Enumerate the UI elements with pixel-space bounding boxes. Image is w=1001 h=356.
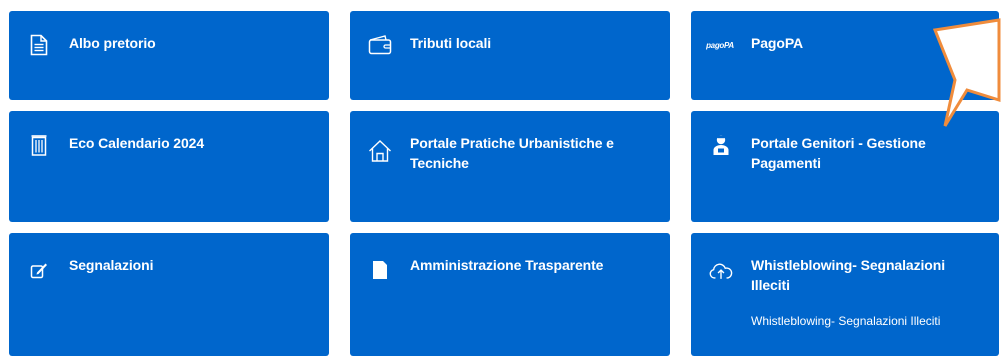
tile-portale-pratiche[interactable]: Portale Pratiche Urbanistiche e Tecniche xyxy=(350,111,670,222)
trash-bin-icon xyxy=(27,133,51,157)
home-icon xyxy=(368,139,392,163)
tile-tributi-locali[interactable]: Tributi locali xyxy=(350,11,670,100)
services-grid: Albo pretorio Tributi locali pagoPA Pago… xyxy=(9,11,999,356)
tile-amministrazione-trasparente[interactable]: Amministrazione Trasparente xyxy=(350,233,670,356)
tile-portale-genitori[interactable]: Portale Genitori - Gestione Pagamenti xyxy=(691,111,999,222)
cloud-icon xyxy=(709,259,733,283)
tile-title[interactable]: Segnalazioni xyxy=(69,255,309,275)
tile-pagopa[interactable]: pagoPA PagoPA xyxy=(691,11,999,100)
tile-whistleblowing[interactable]: Whistleblowing- Segnalazioni Illeciti Wh… xyxy=(691,233,999,356)
tile-segnalazioni[interactable]: Segnalazioni xyxy=(9,233,329,356)
tile-title[interactable]: Portale Genitori - Gestione Pagamenti xyxy=(751,133,979,173)
tile-title[interactable]: Eco Calendario 2024 xyxy=(69,133,309,153)
edit-icon xyxy=(27,258,51,282)
pagopa-logo-icon: pagoPA xyxy=(705,33,735,57)
tile-albo-pretorio[interactable]: Albo pretorio xyxy=(9,11,329,100)
tile-description: Whistleblowing- Segnalazioni Illeciti xyxy=(751,314,941,328)
tile-title[interactable]: Whistleblowing- Segnalazioni Illeciti xyxy=(751,255,979,295)
document-icon xyxy=(27,33,51,57)
pagopa-logo-text: pagoPA xyxy=(706,40,734,50)
tile-title[interactable]: Albo pretorio xyxy=(69,33,309,53)
tile-title[interactable]: Portale Pratiche Urbanistiche e Tecniche xyxy=(410,133,650,173)
file-icon xyxy=(368,258,392,282)
parent-user-icon xyxy=(709,133,733,157)
tile-title[interactable]: PagoPA xyxy=(751,33,979,53)
tile-title[interactable]: Tributi locali xyxy=(410,33,650,53)
tile-eco-calendario[interactable]: Eco Calendario 2024 xyxy=(9,111,329,222)
tile-title[interactable]: Amministrazione Trasparente xyxy=(410,255,650,275)
wallet-icon xyxy=(368,33,392,57)
